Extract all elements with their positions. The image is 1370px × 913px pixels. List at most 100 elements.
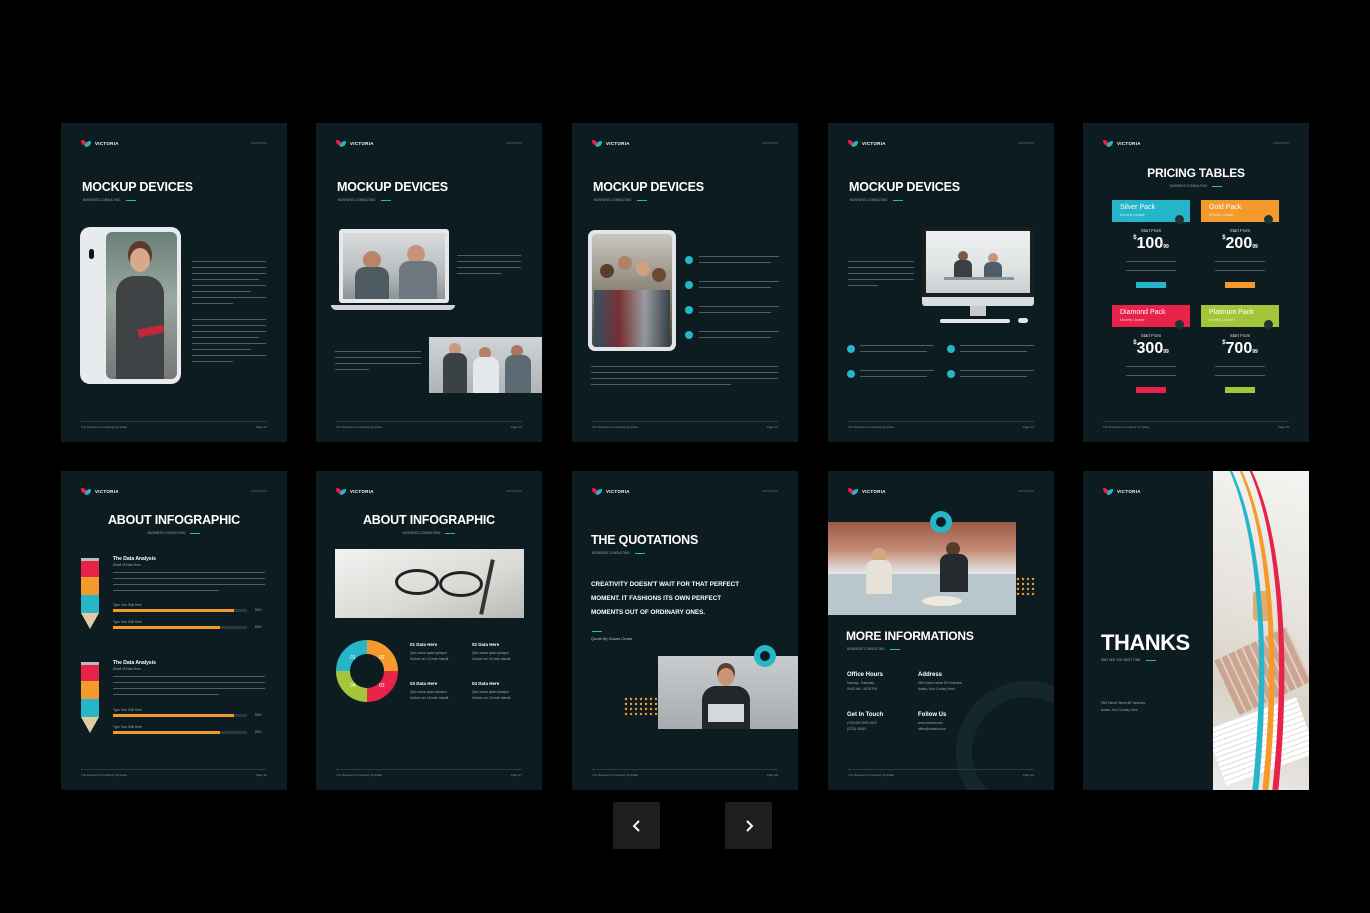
brand-name: VICTORIA	[95, 489, 119, 494]
skill-bar	[113, 626, 221, 629]
decorative-ring	[956, 681, 1054, 790]
select-silver-button[interactable]	[1136, 282, 1166, 288]
brand-logo: VICTORIA	[592, 488, 630, 495]
logo-mark-icon	[81, 140, 91, 147]
keyboard	[940, 319, 1010, 323]
page-number: Page 27	[510, 773, 522, 777]
bullet-dot	[847, 370, 855, 378]
select-platinum-button[interactable]	[1225, 387, 1255, 393]
bullet-text	[860, 345, 934, 357]
data-item-text: Quis varius quam quisque	[472, 690, 509, 694]
header-line	[1273, 142, 1289, 144]
start-from-label: Start From	[1229, 333, 1251, 338]
slide-more-informations[interactable]: VICTORIA MORE INFORMATIONS BUSINESS CONS…	[828, 471, 1054, 790]
donut-chart: 01 02 03 04	[336, 640, 398, 702]
pencil-icon	[81, 662, 99, 744]
analysis-body	[113, 572, 265, 596]
location-pin-icon	[754, 645, 776, 667]
data-item-text: Id diam vel. Ut enim blandit	[410, 696, 449, 700]
skill-percent: 90%	[255, 713, 262, 717]
subtitle-text: BUSINESS CONSULTING	[594, 198, 632, 202]
slide-title: MOCKUP DEVICES	[337, 180, 448, 194]
quote-author: Quote By Susan Oman	[591, 636, 633, 641]
office-meeting-photo	[828, 522, 1016, 615]
slide-the-quotations[interactable]: VICTORIA THE QUOTATIONS BUSINESS CONSULT…	[572, 471, 798, 790]
slide-footer: The Business Consulting Template Page 25	[1103, 421, 1289, 429]
slide-mockup-devices-desktop[interactable]: VICTORIA MOCKUP DEVICES BUSINESS CONSULT…	[828, 123, 1054, 442]
quote-line-2: MOMENT. IT FASHIONS ITS OWN PERFECT	[591, 595, 722, 602]
skill-bar	[113, 731, 221, 734]
slide-footer: The Business Consulting Template Page 29	[848, 769, 1034, 777]
office-hours-heading: Office Hours	[847, 672, 884, 678]
pricing-card-gold[interactable]: Gold Pack Monthly Update Start From $2009…	[1201, 200, 1279, 295]
skill-percent: 80%	[255, 730, 262, 734]
pricing-header: Gold Pack Monthly Update	[1201, 200, 1279, 224]
skill-percent: 90%	[255, 608, 262, 612]
slide-footer: The Business Consulting Template Page 26	[81, 769, 267, 777]
subtitle-text: BUSINESS CONSULTING	[850, 198, 888, 202]
slide-mockup-devices-phone[interactable]: VICTORIA MOCKUP DEVICES BUSINESS CONSULT…	[61, 123, 287, 442]
slide-subtitle: BUSINESS CONSULTING	[592, 551, 645, 555]
slide-title: MOCKUP DEVICES	[593, 180, 704, 194]
address-line: Austia, Your Country Here	[1101, 708, 1138, 712]
prev-slide-button[interactable]	[613, 802, 660, 849]
phone-mockup	[80, 227, 181, 384]
select-gold-button[interactable]	[1225, 282, 1255, 288]
mouse	[1018, 318, 1028, 323]
brand-logo: VICTORIA	[592, 140, 630, 147]
quote-line-1: CREATIVITY DOESN'T WAIT FOR THAT PERFECT	[591, 581, 740, 588]
dots-pattern-icon	[624, 697, 658, 716]
bullet-text	[960, 370, 1034, 382]
pack-sub: Monthly Update	[1209, 318, 1234, 322]
subtitle-text: BUSINESS CONSULTING	[83, 198, 121, 202]
thanks-tagline: AND SEE YOU NEXT TIME	[1101, 658, 1156, 662]
slide-about-infographic-pencils[interactable]: VICTORIA ABOUT INFOGRAPHIC BUSINESS CONS…	[61, 471, 287, 790]
address-line: 99/4 Dance Street 65 Yorkrows,	[1101, 701, 1146, 705]
body-text	[591, 366, 778, 390]
start-from-label: Start From	[1229, 228, 1251, 233]
slide-thanks[interactable]: VICTORIA THANKS AND SEE YOU NEXT TIME 99…	[1083, 471, 1309, 790]
brand-name: VICTORIA	[1117, 141, 1141, 146]
pricing-card-platinum[interactable]: Platinum Pack Monthly Update Start From $…	[1201, 305, 1279, 400]
pricing-card-diamond[interactable]: Diamond Pack Monthly Update Start From $3…	[1112, 305, 1190, 400]
start-from-label: Start From	[1140, 333, 1162, 338]
brand-logo: VICTORIA	[848, 488, 886, 495]
body-text	[848, 261, 914, 291]
bullet-dot	[847, 345, 855, 353]
laptop-base	[331, 305, 455, 310]
slide-mockup-devices-tablet[interactable]: VICTORIA MOCKUP DEVICES BUSINESS CONSULT…	[572, 123, 798, 442]
slide-mockup-devices-laptop[interactable]: VICTORIA MOCKUP DEVICES BUSINESS CONSULT…	[316, 123, 542, 442]
select-diamond-button[interactable]	[1136, 387, 1166, 393]
brand-logo: VICTORIA	[336, 488, 374, 495]
pack-price: $70099	[1201, 340, 1279, 358]
office-hours-line: Monday - Saturday	[847, 681, 874, 685]
analysis-heading: The Data Analysis	[113, 556, 156, 562]
footer-left: The Business Consulting Template	[848, 425, 895, 429]
phone-line: (+62) 000 0000 0000	[847, 721, 877, 725]
chevron-right-icon	[745, 819, 753, 832]
slide-about-infographic-ring[interactable]: VICTORIA ABOUT INFOGRAPHIC BUSINESS CONS…	[316, 471, 542, 790]
address-heading: Address	[918, 672, 943, 678]
footer-left: The Business Consulting Template	[81, 425, 128, 429]
subtitle-text: BUSINESS CONSULTING	[592, 551, 630, 555]
pricing-card-silver[interactable]: Silver Pack Monthly Update Start From $10…	[1112, 200, 1190, 295]
body-text-2	[335, 351, 421, 375]
body-text-2	[192, 319, 266, 367]
footer-left: The Business Consulting Template	[592, 773, 639, 777]
brand-name: VICTORIA	[862, 489, 886, 494]
meeting-photo	[429, 337, 542, 393]
next-slide-button[interactable]	[725, 802, 772, 849]
page-number: Page 22	[510, 425, 522, 429]
bullet-dot	[947, 370, 955, 378]
body-text-1	[192, 261, 266, 309]
subtitle-text: BUSINESS CONSULTING	[338, 198, 376, 202]
header-line	[762, 490, 778, 492]
cents: 99	[1252, 349, 1258, 355]
slide-pricing-tables[interactable]: VICTORIA PRICING TABLES BUSINESS CONSULT…	[1083, 123, 1309, 442]
ring-label: 03	[379, 683, 385, 689]
analysis-detail: Detail Of Data Here	[113, 667, 141, 671]
website-link[interactable]: www.victoria.com	[918, 721, 943, 725]
pricing-header: Platinum Pack Monthly Update	[1201, 305, 1279, 329]
email-link[interactable]: office@victoria.com	[918, 727, 946, 731]
phone-screen-photo	[106, 232, 177, 379]
